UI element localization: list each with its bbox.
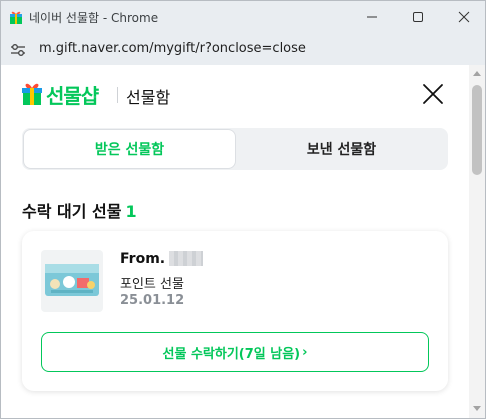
page-title: 선물함: [126, 88, 171, 107]
header-divider: [117, 87, 118, 103]
scrollbar-thumb[interactable]: [472, 85, 482, 175]
scroll-down-icon[interactable]: [473, 406, 481, 411]
close-button[interactable]: [420, 81, 446, 107]
gift-card[interactable]: From. 포인트 선물 25.01.12 선물 수락하기(7일 남음) ›: [22, 231, 448, 391]
site-settings-icon[interactable]: [10, 42, 26, 56]
window-title: 네이버 선물함 - Chrome: [29, 11, 159, 25]
minimize-icon: [367, 16, 377, 18]
accept-gift-label: 선물 수락하기(7일 남음): [162, 346, 301, 362]
sender-label: From.: [120, 251, 166, 267]
gift-date: 25.01.12: [120, 293, 185, 308]
address-bar[interactable]: m.gift.naver.com/mygift/r?onclose=close: [1, 33, 485, 65]
brand-logo-text[interactable]: 선물샵: [46, 80, 99, 109]
tab-sent-gifts[interactable]: 보낸 선물함: [236, 129, 447, 169]
close-icon: [423, 84, 443, 104]
page-content: 선물샵 선물함 받은 선물함 보낸 선물함 수락 대기 선물 1 From. 포…: [1, 65, 485, 418]
gift-tabs: 받은 선물함 보낸 선물함: [22, 128, 448, 170]
pending-gifts-heading: 수락 대기 선물 1: [22, 198, 137, 222]
gift-product-name: 포인트 선물: [120, 277, 184, 292]
naver-gift-icon: [9, 9, 23, 24]
title-bar[interactable]: 네이버 선물함 - Chrome: [1, 1, 485, 33]
scroll-up-icon[interactable]: [473, 71, 481, 76]
minimize-button[interactable]: [349, 1, 395, 33]
scrollbar[interactable]: [469, 65, 485, 418]
gift-thumbnail[interactable]: [41, 250, 103, 312]
sender-name-redacted: [169, 251, 203, 266]
close-window-button[interactable]: [441, 1, 486, 33]
section-title-text: 수락 대기 선물: [22, 202, 122, 221]
gift-box-logo-icon: [22, 81, 42, 105]
accept-gift-button[interactable]: 선물 수락하기(7일 남음) ›: [41, 332, 429, 372]
tab-received-gifts[interactable]: 받은 선물함: [23, 129, 236, 169]
browser-window: 네이버 선물함 - Chrome m.gift.naver.com/mygift…: [0, 0, 486, 419]
maximize-icon: [413, 12, 423, 22]
maximize-button[interactable]: [395, 1, 441, 33]
chevron-right-icon: ›: [302, 344, 308, 360]
pending-count: 1: [125, 202, 137, 221]
url-text[interactable]: m.gift.naver.com/mygift/r?onclose=close: [39, 41, 306, 56]
close-window-icon: [458, 11, 470, 23]
